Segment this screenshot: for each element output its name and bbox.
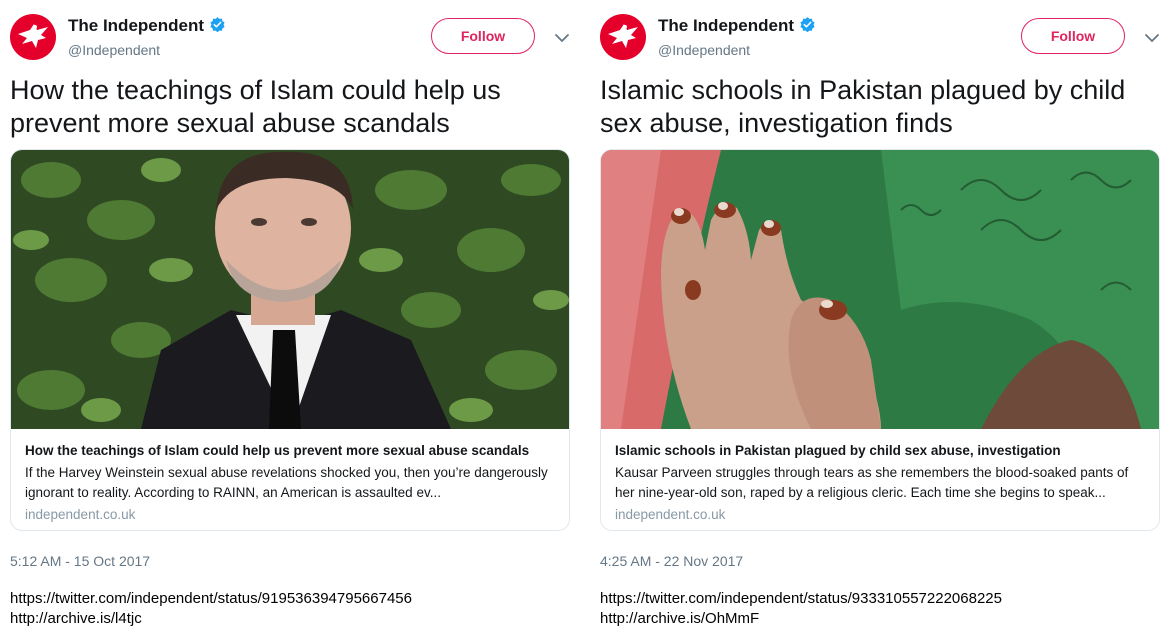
account-handle[interactable]: @Independent	[68, 42, 160, 58]
card-description: If the Harvey Weinstein sexual abuse rev…	[25, 465, 548, 500]
archive-url: http://archive.is/l4tjc	[10, 610, 142, 627]
account-name[interactable]: The Independent	[658, 16, 794, 35]
account-handle[interactable]: @Independent	[658, 42, 750, 58]
tweet-left: The Independent @Independent Follow How …	[10, 0, 580, 636]
card-photo-praying-hands	[601, 150, 1159, 429]
status-url: https://twitter.com/independent/status/9…	[10, 590, 412, 607]
tweet-timestamp[interactable]: 4:25 AM - 22 Nov 2017	[600, 553, 743, 569]
card-title[interactable]: Islamic schools in Pakistan plagued by c…	[615, 442, 1145, 460]
card-body: Islamic schools in Pakistan plagued by c…	[615, 442, 1145, 522]
card-image[interactable]	[601, 150, 1159, 429]
chevron-down-icon[interactable]	[1144, 32, 1160, 44]
follow-button[interactable]: Follow	[1021, 18, 1125, 54]
avatar[interactable]	[600, 14, 646, 60]
archive-url: http://archive.is/OhMmF	[600, 610, 760, 627]
verified-badge-icon	[209, 16, 226, 38]
independent-eagle-logo-icon	[608, 24, 638, 48]
account-name-row: The Independent	[658, 16, 816, 38]
tweet-header: The Independent @Independent Follow	[600, 10, 1170, 66]
status-url: https://twitter.com/independent/status/9…	[600, 590, 1002, 607]
card-title[interactable]: How the teachings of Islam could help us…	[25, 442, 555, 460]
card-domain: independent.co.uk	[25, 507, 136, 522]
follow-button[interactable]: Follow	[431, 18, 535, 54]
tweet-header: The Independent @Independent Follow	[10, 10, 580, 66]
tweet-right: The Independent @Independent Follow Isla…	[600, 0, 1170, 636]
avatar[interactable]	[10, 14, 56, 60]
chevron-down-icon[interactable]	[554, 32, 570, 44]
source-links: https://twitter.com/independent/status/9…	[600, 589, 1002, 629]
tweet-text: Islamic schools in Pakistan plagued by c…	[600, 75, 1126, 138]
account-name[interactable]: The Independent	[68, 16, 204, 35]
link-card[interactable]: How the teachings of Islam could help us…	[10, 149, 570, 531]
verified-badge-icon	[799, 16, 816, 38]
independent-eagle-logo-icon	[18, 24, 48, 48]
card-body: How the teachings of Islam could help us…	[25, 442, 555, 522]
card-image[interactable]	[11, 150, 569, 429]
card-domain: independent.co.uk	[615, 507, 726, 522]
card-description: Kausar Parveen struggles through tears a…	[615, 465, 1129, 500]
tweet-timestamp[interactable]: 5:12 AM - 15 Oct 2017	[10, 553, 150, 569]
card-photo-man-in-suit	[11, 150, 569, 429]
tweet-text: How the teachings of Islam could help us…	[10, 75, 501, 138]
account-name-row: The Independent	[68, 16, 226, 38]
link-card[interactable]: Islamic schools in Pakistan plagued by c…	[600, 149, 1160, 531]
source-links: https://twitter.com/independent/status/9…	[10, 589, 412, 629]
